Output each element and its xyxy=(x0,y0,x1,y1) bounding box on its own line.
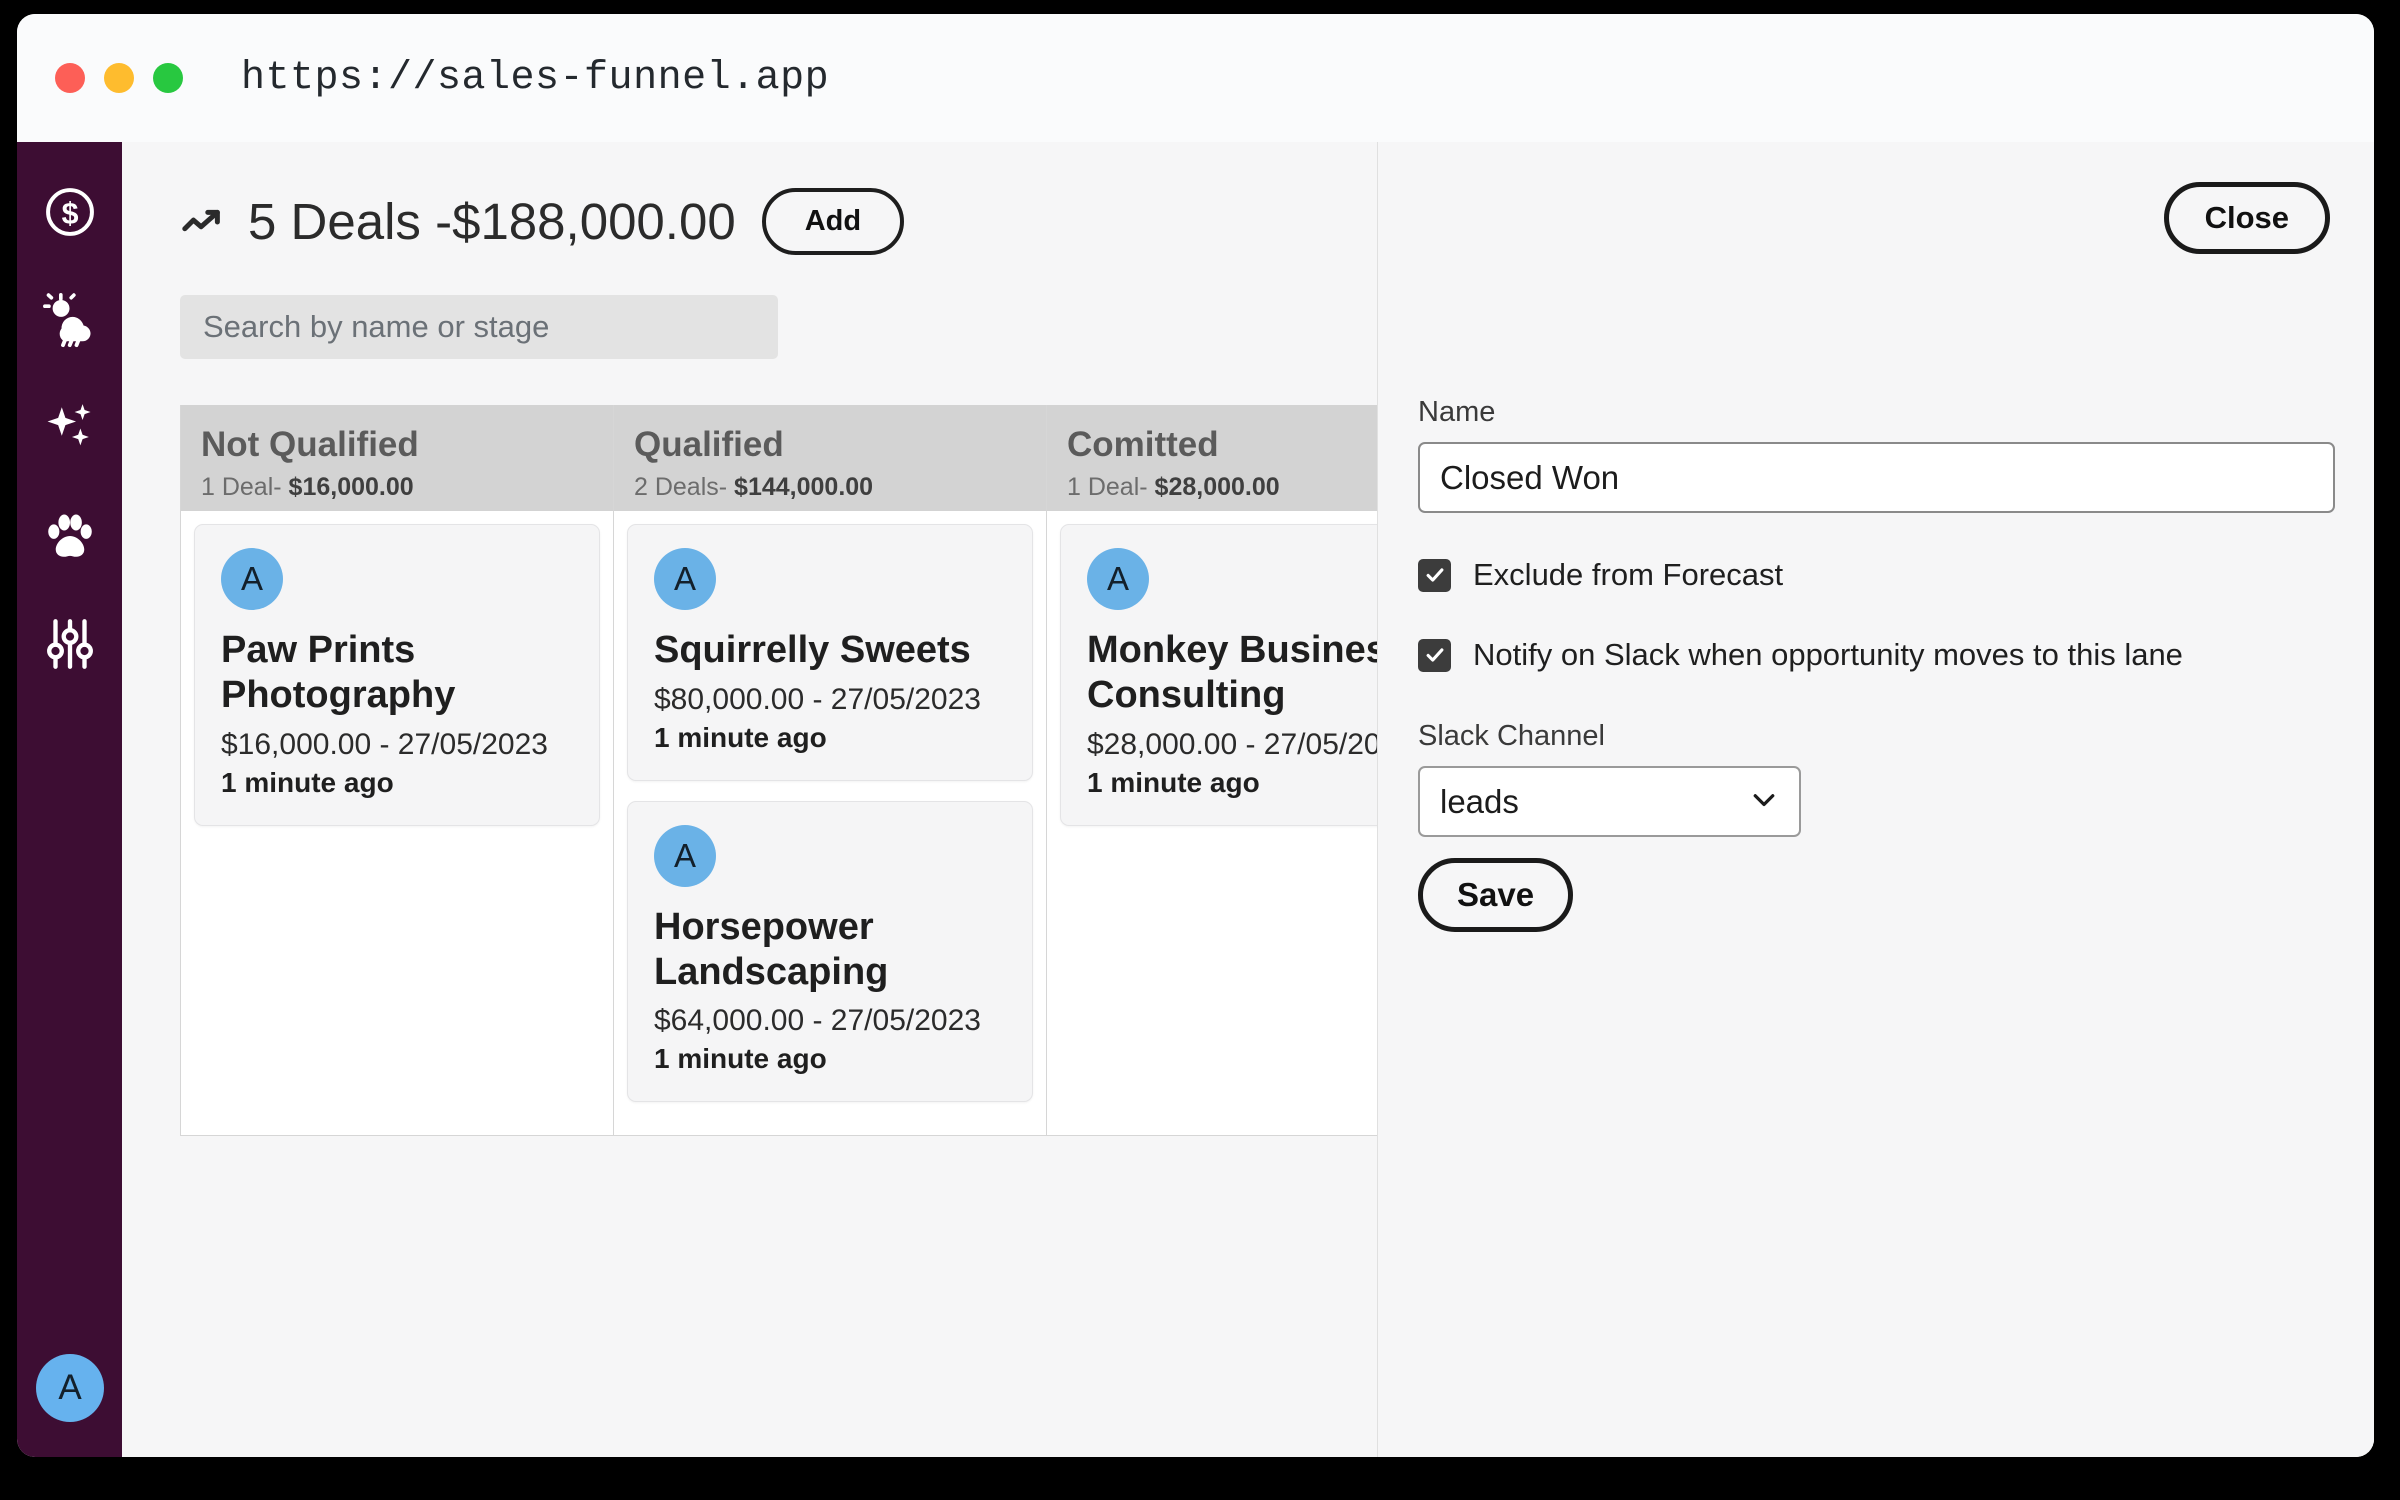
kanban-column-qualified: Qualified 2 Deals- $144,000.00 A Squirre… xyxy=(614,405,1047,1136)
dollar-circle-icon: $ xyxy=(42,184,98,240)
trending-up-icon xyxy=(180,199,226,245)
deal-updated-time: 1 minute ago xyxy=(654,721,827,753)
svg-text:$: $ xyxy=(61,198,78,231)
sidebar-item-settings[interactable] xyxy=(36,610,104,678)
avatar: A xyxy=(1087,548,1149,610)
add-deal-button[interactable]: Add xyxy=(761,188,905,255)
deal-name: Squirrelly Sweets xyxy=(654,629,971,671)
notify-slack-row[interactable]: Notify on Slack when opportunity moves t… xyxy=(1418,637,2314,673)
column-deal-amount: $144,000.00 xyxy=(734,472,874,501)
column-header[interactable]: Not Qualified 1 Deal- $16,000.00 xyxy=(181,405,613,511)
page-title: 5 Deals -$188,000.00 xyxy=(248,193,736,250)
avatar: A xyxy=(221,548,283,610)
slack-channel-label: Slack Channel xyxy=(1418,720,1605,752)
lane-name-input[interactable] xyxy=(1418,442,2335,513)
column-deal-count: 2 Deals- xyxy=(634,472,735,501)
sidebar-item-revenue[interactable]: $ xyxy=(36,178,104,246)
column-deal-amount: $16,000.00 xyxy=(288,472,414,501)
paw-print-icon xyxy=(41,507,99,565)
browser-window: https://sales-funnel.app $ A 5 Deals -$1… xyxy=(17,14,2374,1457)
exclude-from-forecast-row[interactable]: Exclude from Forecast xyxy=(1418,557,2314,593)
sidebar-item-weather[interactable] xyxy=(36,286,104,354)
column-cards: A Paw Prints Photography $16,000.00 - 27… xyxy=(181,511,613,1081)
sidebar-item-sparkles[interactable] xyxy=(36,394,104,462)
name-label: Name xyxy=(1418,396,1496,428)
slack-channel-select[interactable]: leads xyxy=(1418,766,1801,837)
column-summary: 1 Deal- $16,000.00 xyxy=(201,473,593,502)
deal-amount-date: $80,000.00 - 27/05/2023 xyxy=(654,682,981,716)
column-summary: 2 Deals- $144,000.00 xyxy=(634,473,1026,502)
address-bar[interactable]: https://sales-funnel.app xyxy=(241,56,829,101)
avatar: A xyxy=(654,548,716,610)
deal-card[interactable]: A Squirrelly Sweets $80,000.00 - 27/05/2… xyxy=(627,524,1033,781)
lane-settings-panel: Close Name Exclude from Forecast Not xyxy=(1377,142,2374,1457)
search-input[interactable] xyxy=(180,295,778,359)
user-avatar[interactable]: A xyxy=(36,1354,104,1422)
save-button[interactable]: Save xyxy=(1418,858,1574,932)
column-header[interactable]: Qualified 2 Deals- $144,000.00 xyxy=(614,405,1046,511)
deal-amount-date: $64,000.00 - 27/05/2023 xyxy=(654,1004,981,1038)
deal-name: Paw Prints Photography xyxy=(221,629,456,716)
deal-name: Horsepower Landscaping xyxy=(654,905,889,993)
column-deal-count: 1 Deal- xyxy=(1067,472,1155,501)
column-cards: A Squirrelly Sweets $80,000.00 - 27/05/2… xyxy=(614,511,1046,1135)
slack-channel-group: Slack Channel leads xyxy=(1418,720,2314,837)
sidebar: $ A xyxy=(17,142,122,1457)
close-window-button[interactable] xyxy=(55,63,85,93)
exclude-from-forecast-checkbox[interactable] xyxy=(1418,558,1451,592)
close-panel-button[interactable]: Close xyxy=(2163,182,2330,254)
column-deal-amount: $28,000.00 xyxy=(1154,472,1280,501)
sidebar-item-pets[interactable] xyxy=(36,502,104,570)
notify-slack-checkbox[interactable] xyxy=(1418,638,1451,672)
maximize-window-button[interactable] xyxy=(153,63,183,93)
sun-rain-icon xyxy=(41,291,99,349)
column-deal-count: 1 Deal- xyxy=(201,472,289,501)
deal-updated-time: 1 minute ago xyxy=(654,1043,827,1075)
traffic-lights xyxy=(55,63,183,93)
notify-slack-label: Notify on Slack when opportunity moves t… xyxy=(1473,637,2183,672)
deal-card[interactable]: A Paw Prints Photography $16,000.00 - 27… xyxy=(194,524,600,826)
kanban-column-not-qualified: Not Qualified 1 Deal- $16,000.00 A Paw P… xyxy=(181,405,614,1136)
deal-amount-date: $16,000.00 - 27/05/2023 xyxy=(221,727,548,761)
deal-card[interactable]: A Horsepower Landscaping $64,000.00 - 27… xyxy=(627,800,1033,1103)
panel-body: Name Exclude from Forecast Notify on Sla… xyxy=(1378,142,2374,932)
column-title: Qualified xyxy=(634,425,784,464)
sparkles-icon xyxy=(41,399,99,457)
minimize-window-button[interactable] xyxy=(104,63,134,93)
slack-channel-select-wrap: leads xyxy=(1418,766,1801,837)
title-bar: https://sales-funnel.app xyxy=(17,14,2374,142)
exclude-from-forecast-label: Exclude from Forecast xyxy=(1473,557,1784,592)
sliders-icon xyxy=(41,615,99,673)
column-title: Not Qualified xyxy=(201,425,419,464)
avatar: A xyxy=(654,824,716,887)
deal-updated-time: 1 minute ago xyxy=(221,766,394,798)
